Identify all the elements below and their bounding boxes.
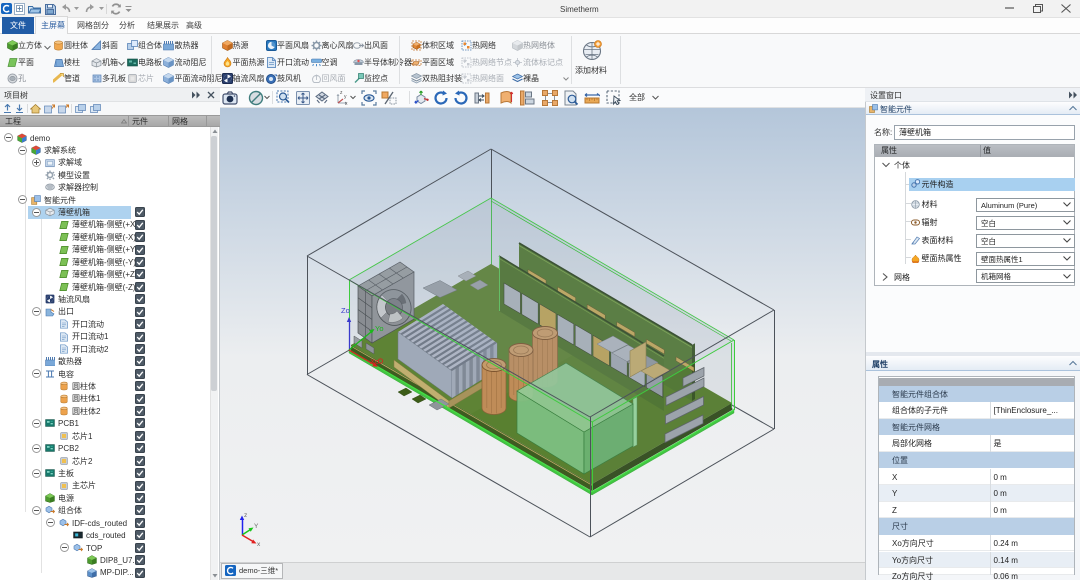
- svg-text:z: z: [244, 512, 247, 519]
- svg-text:x: x: [345, 101, 348, 106]
- svg-text:Yo: Yo: [375, 324, 384, 333]
- svg-text:x: x: [257, 541, 261, 548]
- svg-text:y: y: [344, 94, 347, 100]
- svg-text:Xo: Xo: [370, 357, 379, 366]
- svg-text:Y: Y: [254, 523, 259, 530]
- svg-text:z: z: [340, 90, 343, 96]
- svg-text:Zo: Zo: [341, 306, 350, 315]
